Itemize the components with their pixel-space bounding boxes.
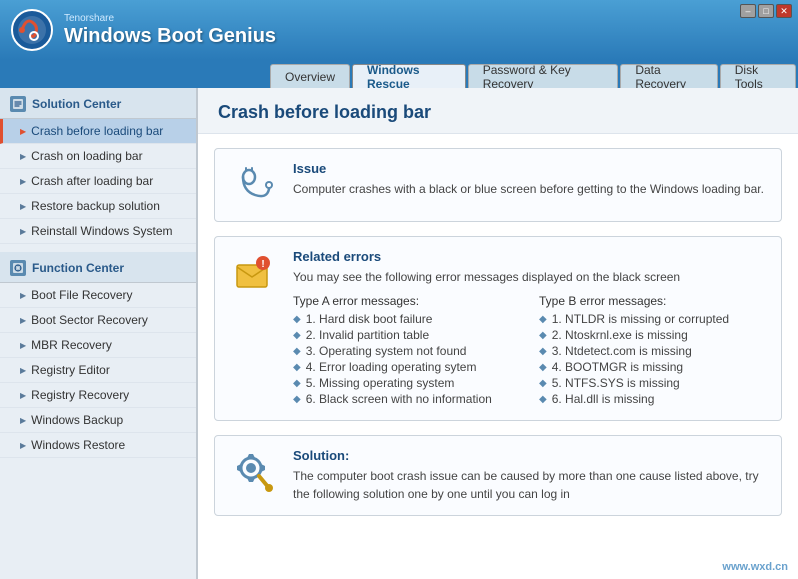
minimize-button[interactable]: –	[740, 4, 756, 18]
close-button[interactable]: ✕	[776, 4, 792, 18]
sidebar-item-reinstall-windows[interactable]: Reinstall Windows System	[0, 219, 196, 244]
diamond-icon: ◆	[539, 378, 547, 389]
diamond-icon: ◆	[293, 314, 301, 325]
errors-col-a: Type A error messages: ◆1. Hard disk boo…	[293, 294, 519, 408]
tab-disk-tools[interactable]: Disk Tools	[720, 64, 796, 88]
issue-heading: Issue	[293, 161, 765, 176]
envelope-svg: !	[233, 251, 277, 295]
diamond-icon: ◆	[293, 330, 301, 341]
watermark: www.wxd.cn	[722, 561, 788, 573]
solution-text: The computer boot crash issue can be cau…	[293, 467, 765, 503]
solution-svg	[231, 448, 279, 496]
app-title-block: Tenorshare Windows Boot Genius	[64, 13, 276, 48]
sidebar-item-windows-backup[interactable]: Windows Backup	[0, 408, 196, 433]
app-logo	[10, 8, 54, 52]
error-b-2: ◆2. Ntoskrnl.exe is missing	[539, 328, 765, 342]
issue-icon	[231, 161, 279, 209]
maximize-button[interactable]: □	[758, 4, 774, 18]
tab-password-recovery[interactable]: Password & Key Recovery	[468, 64, 619, 88]
solution-body: Solution: The computer boot crash issue …	[293, 448, 765, 503]
content-area: Crash before loading bar Issue Computer …	[197, 88, 798, 579]
diamond-icon: ◆	[293, 394, 301, 405]
title-bar: – □ ✕ Tenorshare Windows Boot Genius	[0, 0, 798, 60]
sidebar-item-registry-recovery[interactable]: Registry Recovery	[0, 383, 196, 408]
sidebar-item-registry-editor[interactable]: Registry Editor	[0, 358, 196, 383]
sidebar-item-windows-restore[interactable]: Windows Restore	[0, 433, 196, 458]
diamond-icon: ◆	[293, 378, 301, 389]
related-errors-body: Related errors You may see the following…	[293, 249, 765, 408]
error-a-2: ◆2. Invalid partition table	[293, 328, 519, 342]
error-a-1: ◆1. Hard disk boot failure	[293, 312, 519, 326]
sidebar-item-mbr-recovery[interactable]: MBR Recovery	[0, 333, 196, 358]
tab-data-recovery[interactable]: Data Recovery	[620, 64, 717, 88]
stethoscope-svg	[233, 163, 277, 207]
diamond-icon: ◆	[539, 346, 547, 357]
app-vendor: Tenorshare	[64, 13, 276, 24]
error-b-3: ◆3. Ntdetect.com is missing	[539, 344, 765, 358]
diamond-icon: ◆	[539, 394, 547, 405]
diamond-icon: ◆	[293, 346, 301, 357]
error-a-6: ◆6. Black screen with no information	[293, 392, 519, 406]
sidebar-item-boot-file[interactable]: Boot File Recovery	[0, 283, 196, 308]
error-b-1: ◆1. NTLDR is missing or corrupted	[539, 312, 765, 326]
sidebar: Solution Center Crash before loading bar…	[0, 88, 197, 579]
diamond-icon: ◆	[539, 314, 547, 325]
errors-col-b: Type B error messages: ◆1. NTLDR is miss…	[539, 294, 765, 408]
related-errors-icon: !	[231, 249, 279, 297]
svg-text:!: !	[261, 259, 264, 270]
sidebar-item-restore-backup[interactable]: Restore backup solution	[0, 194, 196, 219]
tab-overview[interactable]: Overview	[270, 64, 350, 88]
error-b-4: ◆4. BOOTMGR is missing	[539, 360, 765, 374]
app-title: Windows Boot Genius	[64, 25, 276, 48]
sidebar-item-crash-after[interactable]: Crash after loading bar	[0, 169, 196, 194]
issue-text: Computer crashes with a black or blue sc…	[293, 180, 765, 198]
main-layout: Solution Center Crash before loading bar…	[0, 88, 798, 579]
error-b-6: ◆6. Hal.dll is missing	[539, 392, 765, 406]
solution-heading: Solution:	[293, 448, 765, 463]
function-center-header: Function Center	[0, 252, 196, 283]
nav-bar: Overview Windows Rescue Password & Key R…	[0, 60, 798, 88]
window-controls: – □ ✕	[740, 4, 792, 18]
error-a-4: ◆4. Error loading operating sytem	[293, 360, 519, 374]
tab-windows-rescue[interactable]: Windows Rescue	[352, 64, 466, 88]
error-a-3: ◆3. Operating system not found	[293, 344, 519, 358]
solution-center-icon	[10, 96, 26, 112]
related-errors-card: ! Related errors You may see the followi…	[214, 236, 782, 421]
errors-grid: Type A error messages: ◆1. Hard disk boo…	[293, 294, 765, 408]
related-errors-heading: Related errors	[293, 249, 765, 264]
solution-icon	[231, 448, 279, 496]
issue-card: Issue Computer crashes with a black or b…	[214, 148, 782, 222]
function-center-label: Function Center	[32, 261, 124, 275]
sidebar-item-crash-on[interactable]: Crash on loading bar	[0, 144, 196, 169]
type-a-title: Type A error messages:	[293, 294, 519, 308]
diamond-icon: ◆	[539, 330, 547, 341]
sidebar-item-crash-before[interactable]: Crash before loading bar	[0, 119, 196, 144]
content-title: Crash before loading bar	[198, 88, 798, 134]
diamond-icon: ◆	[293, 362, 301, 373]
diamond-icon: ◆	[539, 362, 547, 373]
error-a-5: ◆5. Missing operating system	[293, 376, 519, 390]
related-errors-text: You may see the following error messages…	[293, 268, 765, 286]
solution-card: Solution: The computer boot crash issue …	[214, 435, 782, 516]
function-center-icon	[10, 260, 26, 276]
sidebar-item-boot-sector[interactable]: Boot Sector Recovery	[0, 308, 196, 333]
issue-body: Issue Computer crashes with a black or b…	[293, 161, 765, 198]
solution-center-header: Solution Center	[0, 88, 196, 119]
solution-center-label: Solution Center	[32, 97, 121, 111]
error-b-5: ◆5. NTFS.SYS is missing	[539, 376, 765, 390]
type-b-title: Type B error messages:	[539, 294, 765, 308]
